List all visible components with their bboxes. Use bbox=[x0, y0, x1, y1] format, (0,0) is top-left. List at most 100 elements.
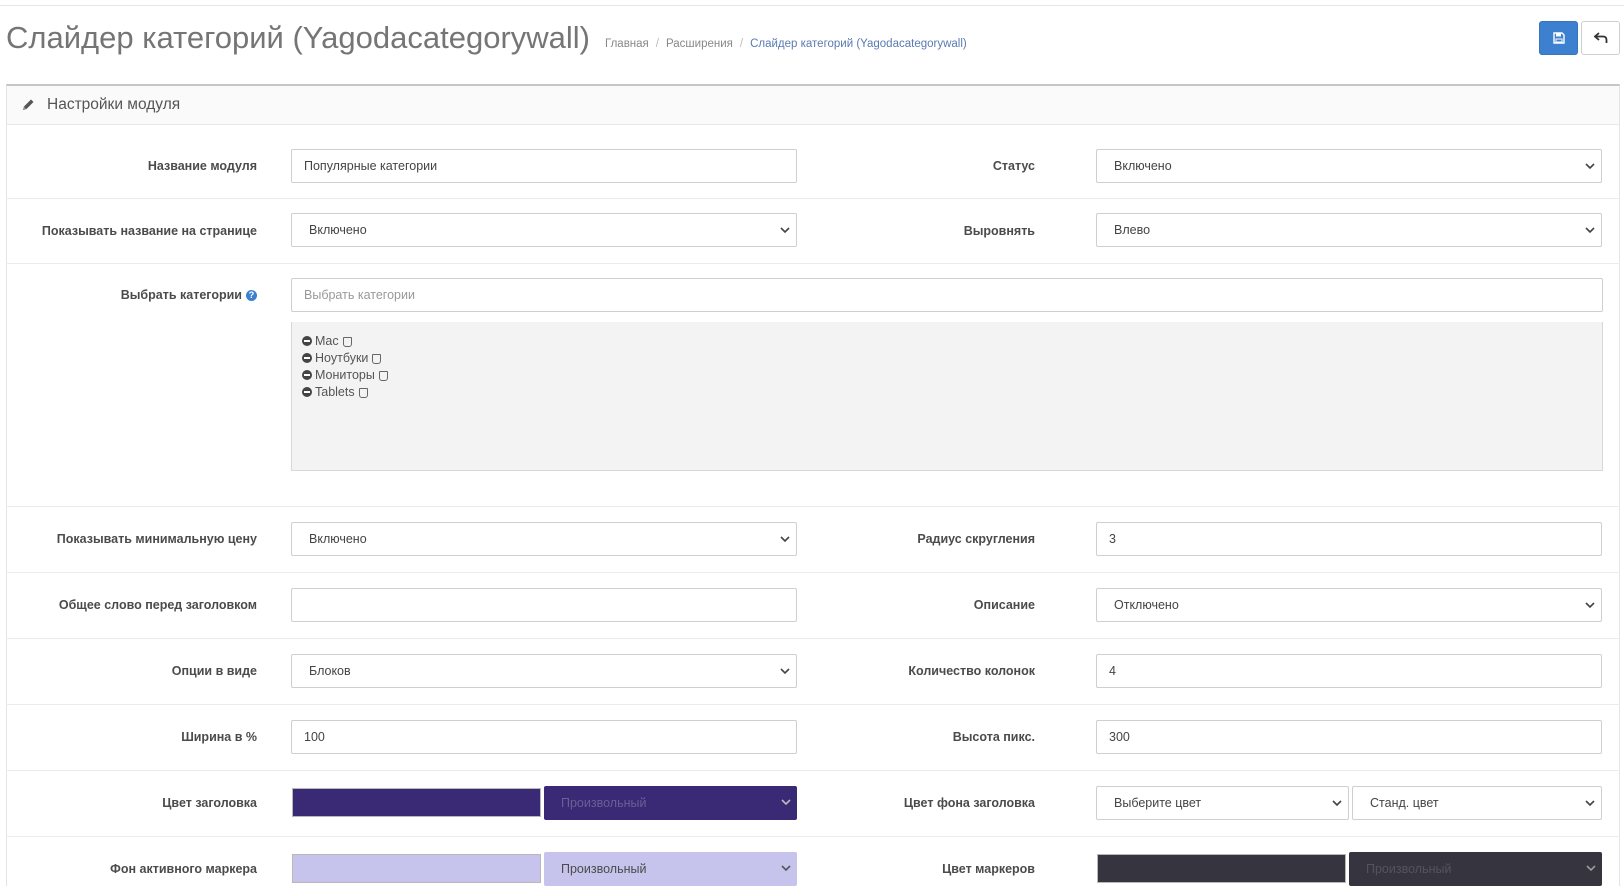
marker-color-swatch[interactable] bbox=[1097, 854, 1346, 883]
status-value: Включено bbox=[1114, 159, 1172, 173]
height-label: Высота пикс. bbox=[952, 730, 1035, 744]
common-word-label: Общее слово перед заголовком bbox=[58, 598, 257, 612]
title-bg-color-picker-value: Выберите цвет bbox=[1114, 796, 1202, 810]
show-name-value: Включено bbox=[309, 223, 367, 237]
chevron-down-icon bbox=[781, 799, 791, 806]
chevron-down-icon bbox=[1585, 800, 1595, 807]
form-row: Опции в виде Блоков Количество колонок 4 bbox=[6, 639, 1620, 705]
chevron-down-icon bbox=[780, 227, 790, 234]
form-row: Фон активного маркера Произвольный Цвет … bbox=[6, 837, 1620, 886]
description-label: Описание bbox=[973, 598, 1035, 612]
back-arrow-icon bbox=[1593, 32, 1607, 43]
pencil-icon bbox=[21, 98, 35, 112]
chevron-down-icon bbox=[780, 668, 790, 675]
title-color-swatch[interactable] bbox=[292, 788, 541, 817]
options-view-select[interactable]: Блоков bbox=[291, 654, 797, 688]
form-row: Общее слово перед заголовком Описание От… bbox=[6, 573, 1620, 639]
status-select[interactable]: Включено bbox=[1096, 149, 1602, 183]
form-row: Показывать минимальную цену Включено Рад… bbox=[6, 507, 1620, 573]
active-marker-bg-swatch[interactable] bbox=[292, 854, 541, 883]
title-color-mode-value: Произвольный bbox=[561, 796, 647, 810]
title-bg-color-picker[interactable]: Выберите цвет bbox=[1096, 786, 1349, 820]
trash-icon[interactable] bbox=[358, 387, 368, 398]
remove-icon[interactable] bbox=[302, 335, 312, 346]
panel-title: Настройки модуля bbox=[47, 96, 181, 113]
width-label: Ширина в % bbox=[181, 730, 257, 744]
form-row: Цвет заголовка Произвольный Цвет фона за… bbox=[6, 771, 1620, 837]
active-marker-bg-label: Фон активного маркера bbox=[110, 862, 257, 876]
category-name: Ноутбуки bbox=[315, 350, 369, 365]
active-marker-bg-mode-select[interactable]: Произвольный bbox=[544, 852, 797, 886]
remove-icon[interactable] bbox=[302, 386, 312, 397]
min-price-select[interactable]: Включено bbox=[291, 522, 797, 556]
form-row: Ширина в % 100 Высота пикс. 300 bbox=[6, 705, 1620, 771]
categories-label-text: Выбрать категории bbox=[120, 288, 242, 302]
categories-label: Выбрать категории? bbox=[121, 288, 257, 302]
radius-value: 3 bbox=[1109, 532, 1116, 546]
back-button[interactable] bbox=[1581, 21, 1620, 55]
title-bg-color-label: Цвет фона заголовка bbox=[903, 796, 1035, 810]
chevron-down-icon bbox=[1585, 602, 1595, 609]
breadcrumb-current[interactable]: Слайдер категорий (Yagodacategorywall) bbox=[750, 38, 967, 50]
list-item: Tablets bbox=[302, 383, 1592, 400]
list-item: Mac bbox=[302, 332, 1592, 349]
options-view-value: Блоков bbox=[309, 664, 351, 678]
radius-label: Радиус скругления bbox=[917, 532, 1035, 546]
width-value: 100 bbox=[304, 730, 325, 744]
title-color-mode-select[interactable]: Произвольный bbox=[544, 786, 797, 820]
chevron-down-icon bbox=[1585, 227, 1595, 234]
marker-color-mode-select[interactable]: Произвольный bbox=[1349, 852, 1602, 886]
save-button[interactable] bbox=[1539, 21, 1578, 55]
width-input[interactable]: 100 bbox=[291, 720, 797, 754]
columns-input[interactable]: 4 bbox=[1096, 654, 1602, 688]
remove-icon[interactable] bbox=[302, 369, 312, 380]
trash-icon[interactable] bbox=[378, 370, 388, 381]
columns-value: 4 bbox=[1109, 664, 1116, 678]
title-bg-color-mode-value: Станд. цвет bbox=[1370, 796, 1439, 810]
description-value: Отключено bbox=[1114, 598, 1179, 612]
top-divider bbox=[0, 5, 1624, 6]
module-name-input[interactable]: Популярные категории bbox=[291, 149, 797, 183]
breadcrumb-separator: / bbox=[655, 38, 659, 50]
breadcrumb-extensions[interactable]: Расширения bbox=[666, 38, 733, 50]
trash-icon[interactable] bbox=[342, 336, 352, 347]
breadcrumb-home[interactable]: Главная bbox=[605, 38, 649, 50]
marker-color-label: Цвет маркеров bbox=[942, 862, 1035, 876]
show-name-label: Показывать название на странице bbox=[41, 224, 257, 238]
status-label: Статус bbox=[992, 159, 1035, 173]
list-item: Ноутбуки bbox=[302, 349, 1592, 366]
align-label: Выровнять bbox=[963, 224, 1035, 238]
active-marker-bg-mode-value: Произвольный bbox=[561, 862, 647, 876]
category-name: Мониторы bbox=[315, 367, 375, 382]
form-row: Название модуля Популярные категории Ста… bbox=[6, 135, 1620, 199]
trash-icon[interactable] bbox=[372, 353, 382, 364]
list-item: Мониторы bbox=[302, 366, 1592, 383]
category-name: Mac bbox=[315, 333, 339, 348]
title-color-label: Цвет заголовка bbox=[162, 796, 257, 810]
categories-autocomplete-input[interactable]: Выбрать категории bbox=[291, 278, 1603, 312]
breadcrumb: Главная / Расширения / Слайдер категорий (Ya… bbox=[605, 38, 967, 50]
title-bg-color-mode-select[interactable]: Станд. цвет bbox=[1352, 786, 1602, 820]
page-title: Слайдер категорий (Yagodacategorywall) bbox=[6, 20, 590, 55]
panel-heading: Настройки модуля bbox=[7, 86, 1619, 125]
chevron-down-icon bbox=[1586, 865, 1596, 872]
form-row: Показывать название на странице Включено… bbox=[6, 199, 1620, 264]
min-price-value: Включено bbox=[309, 532, 367, 546]
align-select[interactable]: Влево bbox=[1096, 213, 1602, 247]
help-icon[interactable]: ? bbox=[246, 290, 257, 301]
show-name-select[interactable]: Включено bbox=[291, 213, 797, 247]
category-name: Tablets bbox=[315, 384, 355, 399]
breadcrumb-separator: / bbox=[739, 38, 744, 50]
height-value: 300 bbox=[1109, 730, 1130, 744]
description-select[interactable]: Отключено bbox=[1096, 588, 1602, 622]
radius-input[interactable]: 3 bbox=[1096, 522, 1602, 556]
chevron-down-icon bbox=[1585, 163, 1595, 170]
common-word-input[interactable] bbox=[291, 588, 797, 622]
categories-placeholder: Выбрать категории bbox=[304, 288, 415, 302]
height-input[interactable]: 300 bbox=[1096, 720, 1602, 754]
chevron-down-icon bbox=[1332, 800, 1342, 807]
columns-label: Количество колонок bbox=[908, 664, 1035, 678]
marker-color-mode-value: Произвольный bbox=[1366, 862, 1452, 876]
chevron-down-icon bbox=[780, 536, 790, 543]
remove-icon[interactable] bbox=[302, 352, 312, 363]
